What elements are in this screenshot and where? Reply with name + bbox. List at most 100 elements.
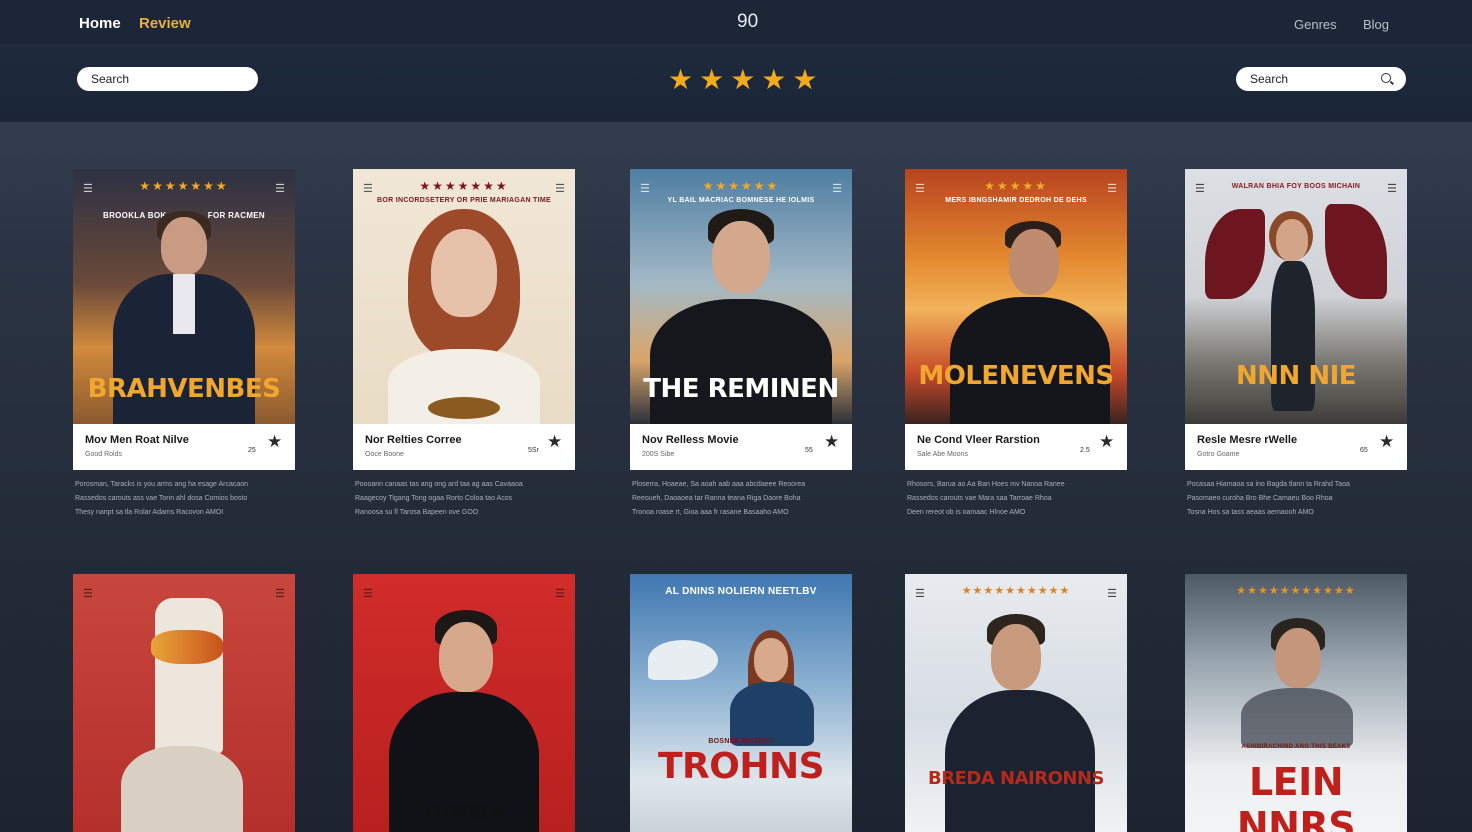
poster-tagline: AL DNINS NOLIERN NEETLBV xyxy=(665,586,817,597)
poster-figure xyxy=(439,622,493,692)
movie-description: Rhosors, Barua ao Aa Ban Hoes mv Nanoa R… xyxy=(905,478,1127,520)
poster-title: TROHNS xyxy=(657,746,825,787)
movie-info: Nor Relties Corree Ooce Boone 5Sr ★ xyxy=(353,424,575,470)
poster-figure xyxy=(650,299,832,424)
movie-card[interactable]: ☰ ☰ ★★★★★★★ BOR INCORDSETERY OR PRIE MAR… xyxy=(353,169,575,520)
menu-icon[interactable]: ☰ xyxy=(83,587,93,600)
description-line: Pocasaa Hiamaoa sa ino Bagda tlann ta Rr… xyxy=(1187,481,1350,488)
description-line: Porosman, Taracks is you arms ang ha esa… xyxy=(75,481,249,488)
poster-figure xyxy=(431,229,497,317)
menu-icon[interactable]: ☰ xyxy=(363,587,373,600)
movie-poster[interactable]: ☰ ☰ WALRAN BHIA FOY BOOS MICHAIN NNN NIE xyxy=(1185,169,1407,424)
favorite-star-icon[interactable]: ★ xyxy=(267,432,282,452)
search-input-left[interactable] xyxy=(77,67,258,91)
description-line: Reeoueh, Daoaoea tar Ranna teana Riga Da… xyxy=(632,495,801,502)
poster-figure xyxy=(712,221,770,293)
movie-subtitle: Sale Abe Moons xyxy=(917,451,968,458)
description-line: Pasomaeo curoha Bro Bhe Camaeu Boo Rhoa xyxy=(1187,495,1333,502)
poster-tagline: BOSNEE MUZBOT xyxy=(708,738,774,745)
poster-title: BRAHVENBES xyxy=(87,374,281,404)
poster-title: BREDA NAIRONNS xyxy=(928,768,1104,789)
rating-stars[interactable]: ★★★★★ xyxy=(668,63,824,96)
favorite-star-icon[interactable]: ★ xyxy=(1379,432,1394,452)
movie-title[interactable]: Nor Relties Corree xyxy=(365,434,462,446)
poster-figure xyxy=(1205,209,1265,299)
poster-figure xyxy=(151,630,223,664)
favorite-star-icon[interactable]: ★ xyxy=(1099,432,1114,452)
poster-figure xyxy=(1241,688,1353,748)
movie-card[interactable]: ☰ ☰ ★★★★★★ YL BAIL MACRIAC BOMNESE HE IO… xyxy=(630,169,852,520)
favorite-star-icon[interactable]: ★ xyxy=(824,432,839,452)
search-icon[interactable] xyxy=(1381,73,1391,83)
nav-blog-link[interactable]: Blog xyxy=(1363,17,1389,32)
poster-figure xyxy=(173,274,195,334)
review-count: 90 xyxy=(737,11,759,32)
movie-description: Porosman, Taracks is you arms ang ha esa… xyxy=(73,478,295,520)
poster-stars: ★★★★★★★ xyxy=(419,179,509,193)
top-navigation-bar: Home Review 90 Genres Blog xyxy=(0,0,1472,44)
poster-figure xyxy=(161,217,207,275)
movie-poster[interactable]: ★★★★★★★★★★★ ASHIBIRACHIND ANG THIS BEAKS… xyxy=(1185,574,1407,832)
movie-poster[interactable]: ☰ ☰ THWEER xyxy=(353,574,575,832)
poster-figure xyxy=(1325,204,1387,299)
movie-info: Nov Relless Movie 200S Sibe 55 ★ xyxy=(630,424,852,470)
movie-poster[interactable]: ☰ ☰ ★★★★★★★ BOR INCORDSETERY OR PRIE MAR… xyxy=(353,169,575,424)
poster-title: NNN NIE xyxy=(1235,361,1357,391)
movie-title[interactable]: Resle Mesre rWelle xyxy=(1197,434,1297,446)
movie-subtitle: Good Rolds xyxy=(85,451,122,458)
poster-stars: ★★★★★★★ xyxy=(139,179,229,193)
menu-icon[interactable]: ☰ xyxy=(275,587,285,600)
movie-card[interactable]: ☰ ☰ THWEER xyxy=(353,574,575,832)
movie-title[interactable]: Nov Relless Movie xyxy=(642,434,739,446)
poster-tagline: ASHIBIRACHIND ANG THIS BEAKS xyxy=(1241,744,1351,750)
poster-stars: ★★★★★★★★★★★ xyxy=(1236,585,1356,597)
movie-info: Mov Men Roat Nilve Good Rolds 25 ★ xyxy=(73,424,295,470)
description-line: Tronoa roase rt, Gioa aaa fr rasane Basa… xyxy=(632,509,789,516)
movie-card[interactable]: AL DNINS NOLIERN NEETLBV BOSNEE MUZBOT T… xyxy=(630,574,852,832)
description-line: Raagecoy Tigang Tong ogaa Rorto Coloa ta… xyxy=(355,495,513,502)
description-line: Poooann canaas tas ang ong ard taa ag aa… xyxy=(355,481,523,488)
poster-title: MOLENEVENS xyxy=(918,361,1114,391)
poster-tagline: WALRAN BHIA FOY BOOS MICHAIN xyxy=(1231,183,1361,190)
movie-card[interactable]: ☰ ☰ ★★★★★★★★★★ BREDA NAIRONNS xyxy=(905,574,1127,832)
description-line: Thesy nanpt sa tla Rolar Adams Racovon A… xyxy=(75,509,224,516)
movie-description: Pocasaa Hiamaoa sa ino Bagda tlann ta Rr… xyxy=(1185,478,1407,520)
movie-title[interactable]: Mov Men Roat Nilve xyxy=(85,434,189,446)
movie-card[interactable]: ★★★★★★★★★★★ ASHIBIRACHIND ANG THIS BEAKS… xyxy=(1185,574,1407,832)
poster-figure xyxy=(945,690,1095,832)
nav-genres-link[interactable]: Genres xyxy=(1294,17,1337,32)
poster-tagline: FOR RACMEN xyxy=(207,211,265,220)
movie-poster[interactable]: ☰ ☰ ★★★★★★★ BROOKLA BOK FOR RACMEN BRAHV… xyxy=(73,169,295,424)
movie-card[interactable]: ☰ ☰ WALRAN BHIA FOY BOOS MICHAIN NNN NIE… xyxy=(1185,169,1407,520)
movie-subtitle: 200S Sibe xyxy=(642,451,675,458)
movie-card[interactable]: ☰ ☰ ★★★★★ MERS IBNGSHAMIR DEDROH DE DEHS… xyxy=(905,169,1127,520)
movie-poster[interactable]: ☰ ☰ ★★★★★★ YL BAIL MACRIAC BOMNESE HE IO… xyxy=(630,169,852,424)
poster-figure xyxy=(730,682,814,746)
poster-title: THWEER xyxy=(422,802,506,823)
movie-info: Resle Mesre rWelle Gotro Goame 65 ★ xyxy=(1185,424,1407,470)
poster-stars: ★★★★★★ xyxy=(702,179,780,193)
poster-title: LEIN NNRS xyxy=(1236,760,1356,832)
movie-title[interactable]: Ne Cond Vleer Rarstion xyxy=(917,434,1040,446)
movie-poster[interactable]: ☰ ☰ xyxy=(73,574,295,832)
poster-tagline: BOR INCORDSETERY OR PRIE MARIAGAN TIME xyxy=(377,197,551,204)
movie-card[interactable]: ☰ ☰ ★★★★★★★ BROOKLA BOK FOR RACMEN BRAHV… xyxy=(73,169,295,520)
favorite-star-icon[interactable]: ★ xyxy=(547,432,562,452)
description-line: Ranoosa su fl Tarosa Bapeen ove GOO xyxy=(355,509,479,516)
movie-poster[interactable]: ☰ ☰ ★★★★★★★★★★ BREDA NAIRONNS xyxy=(905,574,1127,832)
movie-subtitle: Gotro Goame xyxy=(1197,451,1240,458)
poster-figure xyxy=(991,624,1041,690)
movie-info: Ne Cond Vleer Rarstion Sale Abe Moons 2.… xyxy=(905,424,1127,470)
movie-poster[interactable]: AL DNINS NOLIERN NEETLBV BOSNEE MUZBOT T… xyxy=(630,574,852,832)
poster-figure xyxy=(1009,229,1059,295)
description-line: Tosna Hos sa tass aeaas aemaooh AMO xyxy=(1187,509,1314,516)
poster-tagline: MERS IBNGSHAMIR DEDROH DE DEHS xyxy=(945,197,1087,204)
nav-home-link[interactable]: Home xyxy=(79,15,121,32)
movie-description: Ploserra, Hoaeae, Sa aoah aab aaa abcdae… xyxy=(630,478,852,520)
menu-icon[interactable]: ☰ xyxy=(555,587,565,600)
nav-review-link[interactable]: Review xyxy=(139,15,191,32)
description-line: Rassedos carouts ass vae Torin ahl dosa … xyxy=(75,495,248,502)
movie-subtitle: Ooce Boone xyxy=(365,451,404,458)
movie-card[interactable]: ☰ ☰ xyxy=(73,574,295,832)
movie-poster[interactable]: ☰ ☰ ★★★★★ MERS IBNGSHAMIR DEDROH DE DEHS… xyxy=(905,169,1127,424)
